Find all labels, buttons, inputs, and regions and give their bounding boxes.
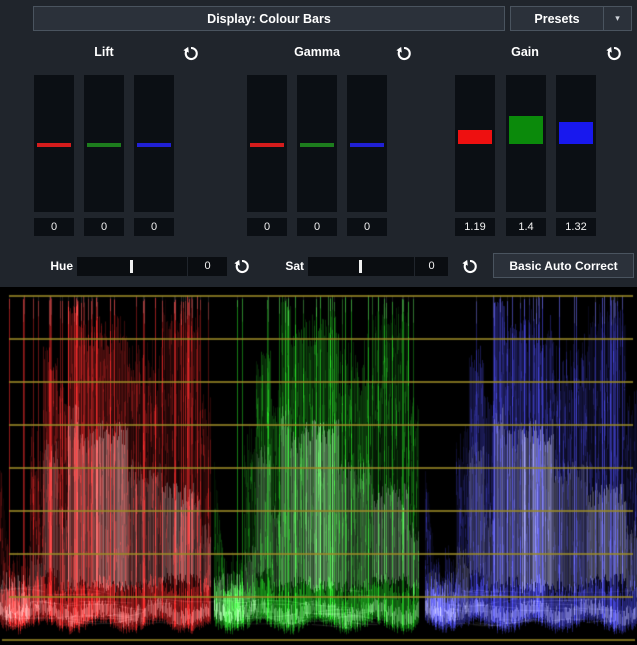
lift-red-value[interactable]: 0	[34, 218, 74, 236]
slider-handle[interactable]	[300, 143, 334, 147]
sat-slider-handle[interactable]	[359, 260, 362, 273]
undo-circle-icon	[233, 257, 251, 275]
gain-blue-value[interactable]: 1.32	[556, 218, 596, 236]
slider-handle[interactable]	[87, 143, 121, 147]
gamma-red-slider[interactable]	[247, 75, 287, 212]
lift-blue-value[interactable]: 0	[134, 218, 174, 236]
gain-red-slider[interactable]	[455, 75, 495, 212]
basic-auto-correct-button[interactable]: Basic Auto Correct	[493, 253, 634, 278]
sat-label: Sat	[278, 259, 304, 273]
gamma-label: Gamma	[247, 45, 387, 61]
lift-red-slider[interactable]	[34, 75, 74, 212]
colour-correct-panel: Display: Colour Bars Presets ▾ Lift Gamm…	[0, 0, 637, 645]
gamma-reset-icon[interactable]	[395, 44, 413, 62]
hue-slider-handle[interactable]	[130, 260, 133, 273]
undo-circle-icon	[182, 44, 200, 62]
gain-blue-slider[interactable]	[556, 75, 596, 212]
gamma-blue-value[interactable]: 0	[347, 218, 387, 236]
gamma-blue-slider[interactable]	[347, 75, 387, 212]
lift-label: Lift	[34, 45, 174, 61]
presets-dropdown-arrow[interactable]: ▾	[603, 6, 632, 31]
gamma-green-value[interactable]: 0	[297, 218, 337, 236]
gain-green-value[interactable]: 1.4	[506, 218, 546, 236]
display-colour-bars-button[interactable]: Display: Colour Bars	[33, 6, 505, 31]
gain-green-slider[interactable]	[506, 75, 546, 212]
slider-handle[interactable]	[559, 122, 593, 144]
gain-reset-icon[interactable]	[605, 44, 623, 62]
rgb-parade-waveform-scope	[0, 287, 637, 645]
hue-reset-icon[interactable]	[233, 257, 251, 275]
undo-circle-icon	[605, 44, 623, 62]
slider-handle[interactable]	[250, 143, 284, 147]
presets-button[interactable]: Presets	[510, 6, 604, 31]
hue-value[interactable]: 0	[188, 257, 227, 276]
slider-handle[interactable]	[37, 143, 71, 147]
gamma-green-slider[interactable]	[297, 75, 337, 212]
lift-blue-slider[interactable]	[134, 75, 174, 212]
undo-circle-icon	[395, 44, 413, 62]
chevron-down-icon: ▾	[615, 13, 620, 24]
hue-label: Hue	[40, 259, 73, 273]
lift-green-slider[interactable]	[84, 75, 124, 212]
gamma-red-value[interactable]: 0	[247, 218, 287, 236]
hue-slider[interactable]	[77, 257, 187, 276]
slider-handle[interactable]	[509, 116, 543, 144]
sat-reset-icon[interactable]	[461, 257, 479, 275]
lift-green-value[interactable]: 0	[84, 218, 124, 236]
sat-slider[interactable]	[308, 257, 414, 276]
sat-value[interactable]: 0	[415, 257, 448, 276]
gain-label: Gain	[455, 45, 595, 61]
lift-reset-icon[interactable]	[182, 44, 200, 62]
slider-handle[interactable]	[458, 130, 492, 144]
undo-circle-icon	[461, 257, 479, 275]
slider-handle[interactable]	[350, 143, 384, 147]
slider-handle[interactable]	[137, 143, 171, 147]
gain-red-value[interactable]: 1.19	[455, 218, 495, 236]
